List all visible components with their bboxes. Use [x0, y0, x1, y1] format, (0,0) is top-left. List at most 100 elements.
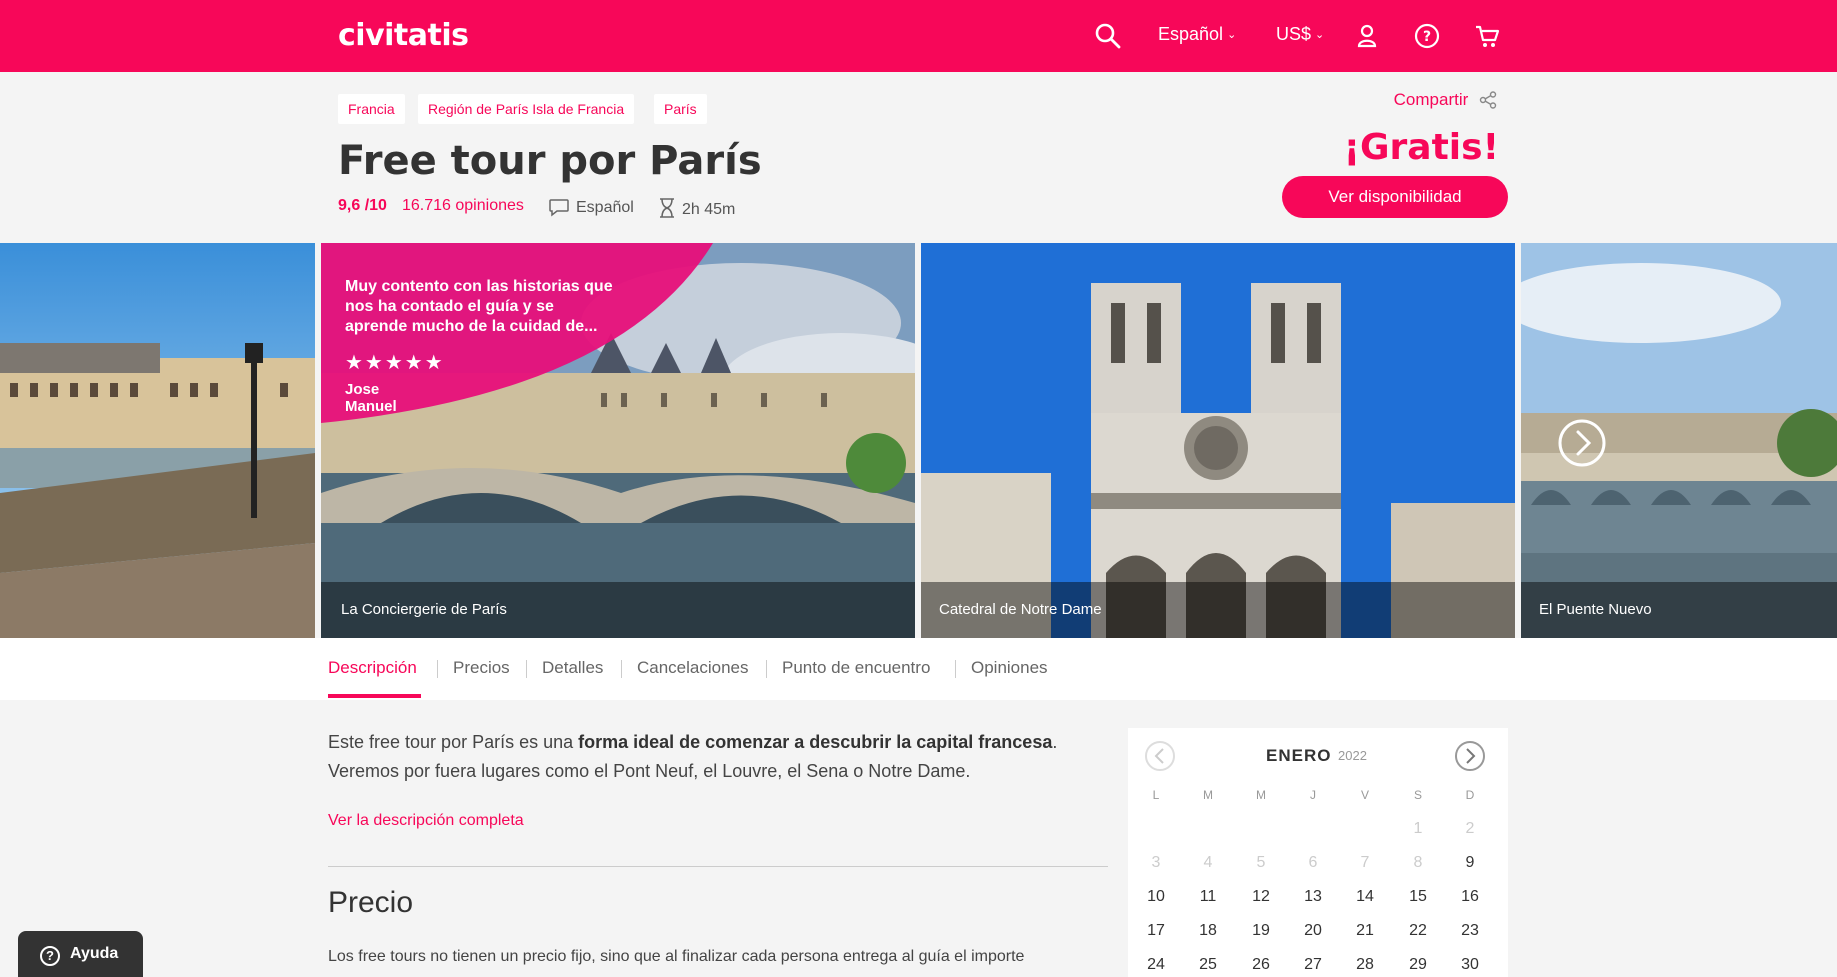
calendar-next-month-button[interactable] [1454, 740, 1486, 772]
chevron-down-icon: ⌄ [1227, 29, 1237, 41]
tab-cancelaciones[interactable]: Cancelaciones [637, 658, 749, 678]
calendar-day[interactable]: 9 [1450, 854, 1490, 872]
photo-caption: El Puente Nuevo [1539, 601, 1652, 618]
calendar-weekday: S [1413, 788, 1422, 802]
calendar-day[interactable]: 19 [1241, 922, 1281, 940]
calendar-day[interactable]: 21 [1345, 922, 1385, 940]
calendar-day[interactable]: 14 [1345, 888, 1385, 906]
tab-punto-de-encuentro[interactable]: Punto de encuentro [782, 658, 930, 678]
share-icon [1479, 91, 1497, 109]
tour-duration-label: 2h 45m [682, 201, 736, 218]
review-stars: ★★★★★ [345, 352, 445, 374]
calendar-day[interactable]: 27 [1293, 956, 1333, 974]
price-section-title: Precio [328, 886, 414, 919]
description-highlight: forma ideal de comenzar a descubrir la c… [578, 732, 1053, 752]
availability-calendar: ENERO 2022 L M M J V S D 1 2 3 4 5 6 7 8 9 10 11 12 13 14 15 1… [1128, 728, 1508, 977]
bridge-photo [0, 243, 315, 638]
calendar-day: 8 [1413, 854, 1423, 871]
calendar-day[interactable]: 29 [1398, 956, 1438, 974]
currency-selector[interactable]: US$ ⌄ [1276, 24, 1324, 45]
user-icon[interactable] [1353, 22, 1381, 50]
calendar-day: 4 [1203, 854, 1213, 871]
calendar-day[interactable]: 10 [1136, 888, 1176, 906]
calendar-day[interactable]: 26 [1241, 956, 1281, 974]
gallery-photo-conciergerie[interactable]: Muy contento con las historias que nos h… [321, 243, 915, 638]
calendar-day[interactable]: 13 [1293, 888, 1333, 906]
calendar-day[interactable]: 17 [1136, 922, 1176, 940]
calendar-day: 2 [1465, 820, 1475, 837]
rating-score: 9,6 /10 [338, 197, 387, 214]
section-divider [328, 866, 1108, 867]
calendar-day[interactable]: 20 [1293, 922, 1333, 940]
tab-descripcion[interactable]: Descripción [328, 658, 417, 678]
svg-text:?: ? [1423, 29, 1431, 45]
gallery-next-button[interactable] [1557, 418, 1607, 468]
calendar-day[interactable]: 15 [1398, 888, 1438, 906]
review-author: Jose Manuel [345, 381, 397, 415]
calendar-day: 1 [1413, 820, 1423, 837]
tab-divider [621, 660, 622, 678]
tab-precios[interactable]: Precios [453, 658, 510, 678]
search-icon[interactable] [1094, 22, 1122, 50]
calendar-day[interactable]: 18 [1188, 922, 1228, 940]
calendar-day[interactable]: 11 [1188, 888, 1228, 906]
breadcrumb-region[interactable]: Región de París Isla de Francia [418, 94, 635, 124]
full-description-link[interactable]: Ver la descripción completa [328, 812, 524, 830]
calendar-day: 7 [1360, 854, 1370, 871]
gallery-photo-pont-des-arts[interactable] [0, 243, 315, 638]
help-circle-icon: ? [40, 945, 60, 966]
calendar-month: ENERO [1266, 746, 1332, 765]
language-label: Español [1158, 24, 1224, 44]
chevron-down-icon: ⌄ [1315, 29, 1325, 41]
calendar-day[interactable]: 30 [1450, 956, 1490, 974]
tab-divider [955, 660, 956, 678]
calendar-day[interactable]: 22 [1398, 922, 1438, 940]
check-availability-button[interactable]: Ver disponibilidad [1282, 176, 1508, 218]
tour-language: Español [548, 197, 634, 217]
reviews-link[interactable]: 16.716 opiniones [402, 197, 524, 215]
breadcrumb-paris[interactable]: París [654, 94, 707, 124]
calendar-weekday: V [1360, 788, 1369, 802]
calendar-day[interactable]: 23 [1450, 922, 1490, 940]
description-text: Este free tour por París es una forma id… [328, 728, 1108, 786]
notre-dame-photo [921, 243, 1515, 638]
help-button[interactable]: ? Ayuda [18, 931, 143, 977]
calendar-day[interactable]: 24 [1136, 956, 1176, 974]
calendar-day[interactable]: 12 [1241, 888, 1281, 906]
calendar-day: 6 [1308, 854, 1318, 871]
top-navbar: civitatis Español ⌄ US$ ⌄ ? [0, 0, 1837, 72]
help-label: Ayuda [70, 944, 119, 962]
language-selector[interactable]: Español ⌄ [1158, 24, 1236, 45]
tab-divider [437, 660, 438, 678]
share-label: Compartir [1393, 90, 1469, 109]
calendar-prev-month-button[interactable] [1144, 740, 1176, 772]
calendar-day: 5 [1256, 854, 1266, 871]
tour-language-label: Español [576, 199, 634, 216]
tab-opiniones[interactable]: Opiniones [971, 658, 1048, 678]
photo-caption: La Conciergerie de París [341, 601, 507, 618]
tour-header: Francia Región de París Isla de Francia … [0, 72, 1837, 242]
tab-detalles[interactable]: Detalles [542, 658, 603, 678]
calendar-year: 2022 [1338, 748, 1367, 763]
description-part1: Este free tour por París es una [328, 732, 579, 752]
hourglass-icon [660, 198, 674, 218]
calendar-weekday: M [1256, 788, 1266, 802]
calendar-day: 3 [1151, 854, 1161, 871]
cart-icon[interactable] [1473, 22, 1501, 50]
calendar-day[interactable]: 16 [1450, 888, 1490, 906]
help-icon[interactable]: ? [1413, 22, 1441, 50]
tab-divider [766, 660, 767, 678]
photo-caption: Catedral de Notre Dame [939, 601, 1102, 618]
calendar-day[interactable]: 25 [1188, 956, 1228, 974]
share-button[interactable]: Compartir [1394, 90, 1497, 110]
currency-label: US$ [1276, 24, 1312, 44]
calendar-day[interactable]: 28 [1345, 956, 1385, 974]
price-label: ¡Gratis! [1343, 127, 1499, 168]
tab-divider [526, 660, 527, 678]
calendar-weekday: D [1465, 788, 1475, 802]
main-content: Este free tour por París es una forma id… [0, 700, 1837, 977]
speech-bubble-icon [549, 199, 569, 217]
gallery-photo-notre-dame[interactable]: Catedral de Notre Dame [921, 243, 1515, 638]
breadcrumb-francia[interactable]: Francia [338, 94, 405, 124]
civitatis-logo[interactable]: civitatis [338, 18, 469, 53]
